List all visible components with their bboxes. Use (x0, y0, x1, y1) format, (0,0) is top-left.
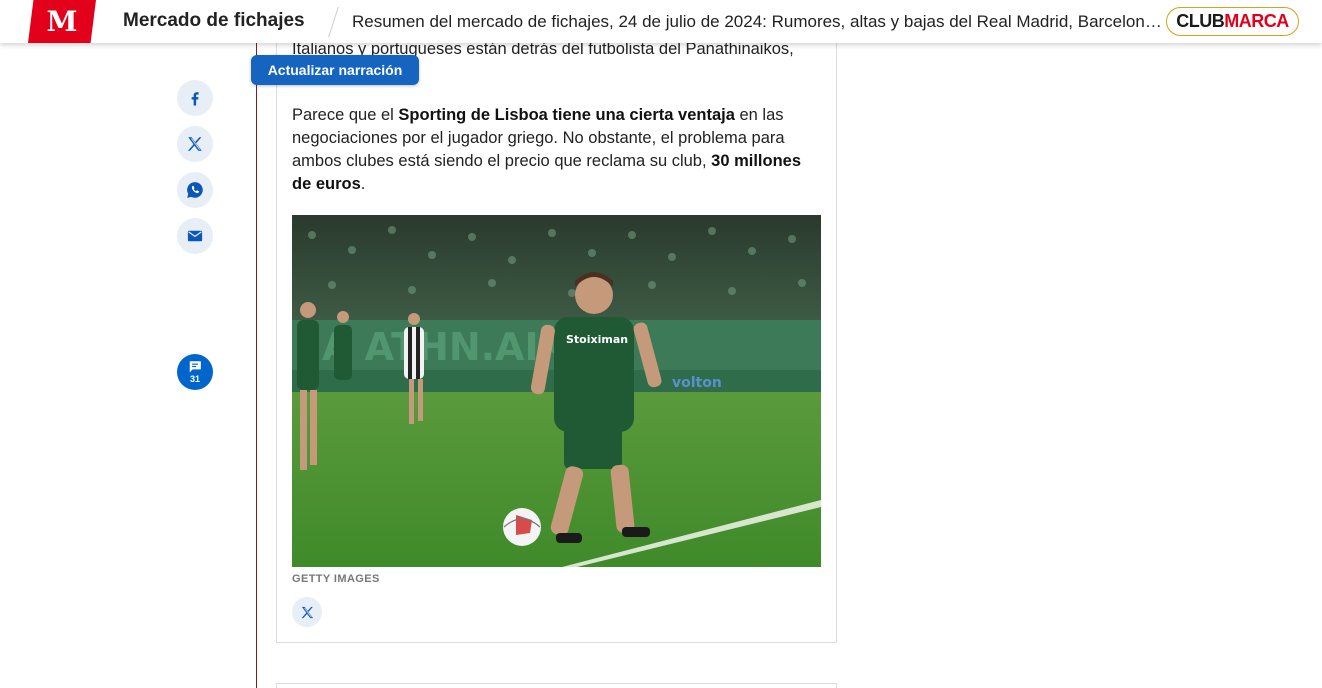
marca-logo[interactable]: M (28, 0, 96, 43)
clubmarca-marca-text: MARCA (1224, 11, 1289, 31)
p2-bold-sporting: Sporting de Lisboa tiene una cierta vent… (398, 106, 735, 124)
article-title: Resumen del mercado de fichajes, 24 de j… (352, 12, 1166, 31)
x-icon (301, 606, 313, 618)
share-whatsapp-button[interactable] (177, 172, 213, 208)
top-header: M Mercado de fichajes Resumen del mercad… (0, 0, 1322, 43)
photo-credit: GETTY IMAGES (292, 573, 380, 585)
header-divider (328, 7, 339, 37)
post-share-x-button[interactable] (292, 597, 322, 627)
player-photo: A ATHN.ΑΙΚ volton Stoiximan (292, 215, 821, 567)
comments-count: 31 (189, 374, 200, 384)
post-paragraph-2: Parece que el Sporting de Lisboa tiene u… (292, 104, 822, 196)
timeline-line (256, 43, 257, 688)
logo-letter: M (46, 4, 78, 38)
clubmarca-button[interactable]: CLUB MARCA (1166, 7, 1299, 36)
comments-button[interactable]: 31 (177, 354, 213, 390)
whatsapp-icon (187, 182, 203, 198)
share-email-button[interactable] (177, 218, 213, 254)
photo-ad-text: volton (672, 375, 722, 391)
comment-icon (189, 361, 201, 373)
x-icon (187, 137, 202, 151)
share-x-button[interactable] (177, 126, 213, 162)
update-narration-button[interactable]: Actualizar narración (251, 55, 419, 85)
photo-jersey-text: Stoiximan (566, 333, 628, 346)
share-facebook-button[interactable] (177, 80, 213, 116)
clubmarca-club-text: CLUB (1176, 11, 1225, 31)
p2-text-e: . (360, 175, 366, 193)
section-title[interactable]: Mercado de fichajes (123, 10, 305, 32)
p2-text-a: Parece que el (292, 106, 399, 124)
next-post-card (276, 683, 837, 688)
facebook-icon (191, 92, 199, 106)
svg-text:A ATHN.ΑΙΚ: A ATHN.ΑΙΚ (322, 325, 570, 369)
email-icon (187, 230, 203, 242)
